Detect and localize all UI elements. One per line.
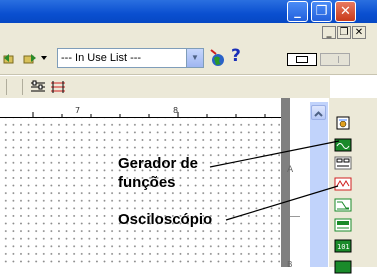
logic-analyzer-icon[interactable]: 101 [334, 239, 352, 253]
chevron-up-icon [314, 111, 323, 117]
switch-knob-icon [296, 56, 308, 63]
bus-icon[interactable] [50, 80, 66, 94]
function-generator-label-line1: Gerador de [118, 155, 199, 172]
help-button[interactable]: ? [231, 46, 241, 66]
multimeter-icon[interactable] [335, 116, 351, 130]
simulate-switch[interactable] [287, 53, 317, 66]
window-titlebar: _ ❐ ✕ [0, 0, 377, 23]
forward-place-icon[interactable] [23, 52, 37, 66]
function-generator-icon[interactable] [334, 138, 352, 152]
page-border [281, 98, 290, 267]
margin-marker-a: A [287, 165, 294, 175]
secondary-toolbar [0, 76, 330, 98]
dropdown-arrow-icon[interactable] [41, 56, 49, 62]
in-use-list-select[interactable]: --- In Use List --- ▼ [57, 48, 204, 68]
mdi-minimize-button[interactable]: _ [322, 26, 336, 39]
schematic-canvas[interactable] [0, 118, 280, 267]
wattmeter-icon[interactable] [334, 156, 352, 170]
word-generator-icon[interactable] [334, 218, 352, 232]
margin-marker-b: B [287, 260, 293, 269]
toolbar-separator [6, 79, 7, 95]
in-use-list-value: --- In Use List --- [61, 52, 142, 64]
menu-bar: _ ❐ ✕ [0, 23, 377, 43]
toolbar-separator [22, 79, 23, 95]
bode-plotter-icon[interactable] [334, 198, 352, 212]
ruler-ticks-icon [32, 112, 266, 118]
horizontal-ruler: 7 8 [0, 98, 281, 118]
main-toolbar: --- In Use List --- ▼ ? [0, 43, 377, 75]
globe-icon[interactable] [208, 49, 226, 69]
margin-tick [290, 216, 300, 217]
list-settings-icon[interactable] [30, 80, 46, 94]
chevron-down-icon[interactable]: ▼ [186, 49, 203, 67]
svg-text:101: 101 [337, 243, 350, 251]
mdi-restore-button[interactable]: ❐ [337, 26, 351, 39]
vertical-scrollbar[interactable] [310, 102, 328, 267]
oscilloscope-label: Osciloscópio [118, 211, 213, 228]
instruments-toolbar: 101 [328, 98, 377, 274]
pause-switch[interactable] [320, 53, 350, 66]
maximize-button[interactable]: ❐ [311, 1, 332, 22]
function-generator-label-line2: funções [118, 174, 176, 191]
page-margin: A B [287, 98, 310, 269]
ruler-label-8: 8 [173, 106, 179, 115]
back-place-icon[interactable] [3, 52, 17, 66]
ruler-label-7: 7 [75, 106, 81, 115]
minimize-button[interactable]: _ [287, 1, 308, 22]
mdi-close-button[interactable]: ✕ [352, 26, 366, 39]
scroll-up-button[interactable] [311, 105, 326, 120]
close-button[interactable]: ✕ [335, 1, 356, 22]
switch-mark-icon [338, 56, 339, 63]
oscilloscope-icon[interactable] [334, 177, 352, 191]
logic-converter-icon[interactable] [334, 260, 352, 274]
